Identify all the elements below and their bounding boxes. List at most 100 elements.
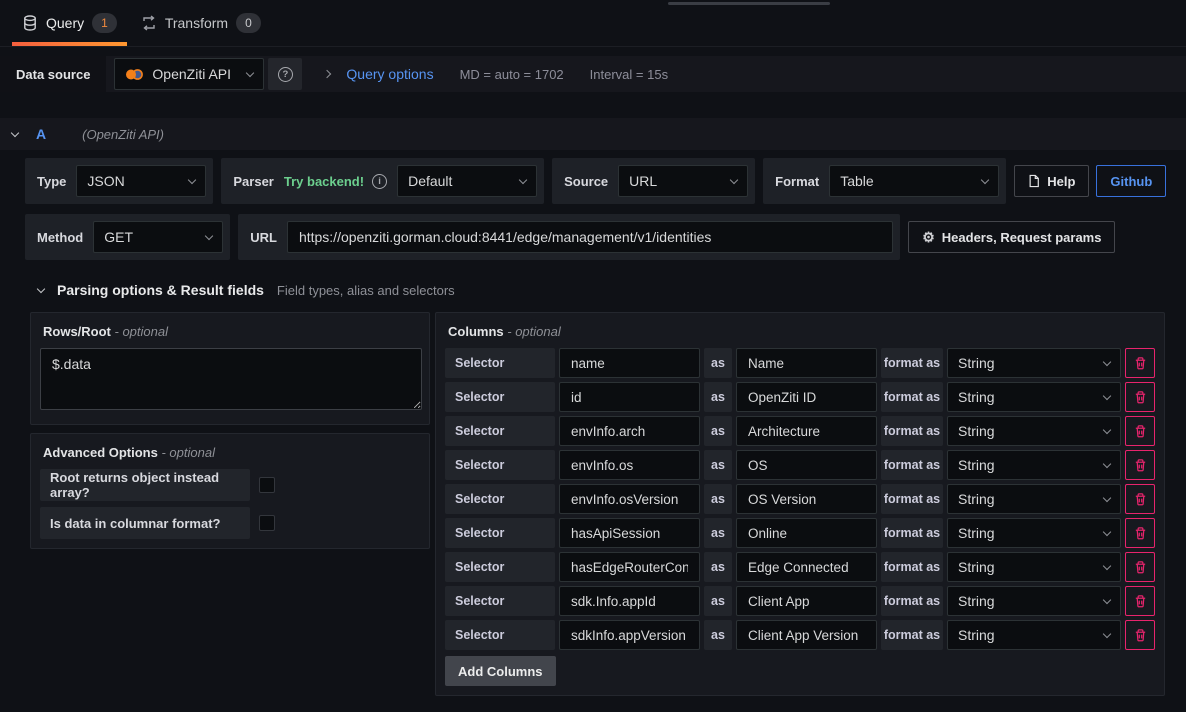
- column-format-select[interactable]: String: [947, 484, 1121, 514]
- delete-column-button[interactable]: [1125, 348, 1155, 378]
- parser-label: Parser: [228, 174, 283, 189]
- column-alias-input[interactable]: [736, 620, 877, 650]
- editor-row-1: Type JSON Parser Try backend! i Default …: [25, 158, 1186, 204]
- delete-column-button[interactable]: [1125, 416, 1155, 446]
- format-as-label: format as: [881, 450, 943, 480]
- parsing-section-header[interactable]: Parsing options & Result fields Field ty…: [38, 282, 1186, 298]
- type-label: Type: [32, 174, 76, 189]
- chevron-down-icon: [1103, 595, 1111, 603]
- format-field: Format Table: [763, 158, 1006, 204]
- try-backend-link[interactable]: Try backend!: [284, 174, 364, 189]
- column-selector-input[interactable]: [559, 450, 700, 480]
- column-selector-input[interactable]: [559, 552, 700, 582]
- chevron-down-icon: [1103, 459, 1111, 467]
- column-format-select[interactable]: String: [947, 586, 1121, 616]
- editor-row-2: Method GET URL ⚙ Headers, Request params: [25, 214, 1186, 260]
- left-column: Rows/Root - optional $.data Advanced Opt…: [30, 312, 430, 549]
- column-alias-input[interactable]: [736, 518, 877, 548]
- root-returns-object-row: Root returns object instead array?: [40, 469, 420, 501]
- column-format-select[interactable]: String: [947, 348, 1121, 378]
- column-format-value: String: [958, 525, 995, 541]
- chevron-down-icon: [188, 175, 196, 183]
- method-label: Method: [32, 230, 93, 245]
- column-format-value: String: [958, 491, 995, 507]
- column-row: Selector as format as String: [445, 416, 1155, 446]
- column-alias-input[interactable]: [736, 382, 877, 412]
- chevron-down-icon: [981, 175, 989, 183]
- add-columns-button[interactable]: Add Columns: [445, 656, 556, 686]
- query-options-toggle[interactable]: Query options: [346, 66, 433, 82]
- datasource-help-button[interactable]: ?: [268, 58, 302, 90]
- column-alias-input[interactable]: [736, 484, 877, 514]
- delete-column-button[interactable]: [1125, 484, 1155, 514]
- datasource-picker[interactable]: OpenZiti API: [114, 58, 264, 90]
- source-select[interactable]: URL: [618, 165, 748, 197]
- column-selector-input[interactable]: [559, 348, 700, 378]
- as-label: as: [704, 348, 732, 378]
- delete-column-button[interactable]: [1125, 586, 1155, 616]
- headers-request-params-button[interactable]: ⚙ Headers, Request params: [908, 221, 1115, 253]
- column-selector-input[interactable]: [559, 484, 700, 514]
- rows-root-panel: Rows/Root - optional $.data: [30, 312, 430, 425]
- column-selector-input[interactable]: [559, 416, 700, 446]
- tab-transform[interactable]: Transform 0: [129, 0, 273, 46]
- column-alias-input[interactable]: [736, 552, 877, 582]
- format-as-label: format as: [881, 586, 943, 616]
- trash-icon: [1133, 594, 1148, 609]
- help-button[interactable]: Help: [1014, 165, 1089, 197]
- transform-icon: [141, 15, 157, 31]
- as-label: as: [704, 382, 732, 412]
- column-alias-input[interactable]: [736, 586, 877, 616]
- collapse-chevron-icon: [37, 284, 45, 292]
- columnar-format-checkbox[interactable]: [259, 515, 275, 531]
- chevron-right-icon: [323, 70, 331, 78]
- column-alias-input[interactable]: [736, 416, 877, 446]
- trash-icon: [1133, 492, 1148, 507]
- as-label: as: [704, 518, 732, 548]
- delete-column-button[interactable]: [1125, 620, 1155, 650]
- column-selector-input[interactable]: [559, 586, 700, 616]
- info-circle-icon: i: [372, 174, 387, 189]
- columnar-format-label: Is data in columnar format?: [40, 507, 250, 539]
- selector-label: Selector: [445, 620, 555, 650]
- format-select[interactable]: Table: [829, 165, 999, 197]
- delete-column-button[interactable]: [1125, 552, 1155, 582]
- max-data-points-value: MD = auto = 1702: [460, 67, 564, 82]
- as-label: as: [704, 416, 732, 446]
- column-alias-input[interactable]: [736, 450, 877, 480]
- openziti-logo-icon: [125, 68, 144, 81]
- column-selector-input[interactable]: [559, 518, 700, 548]
- github-button-label: Github: [1110, 174, 1152, 189]
- column-alias-input[interactable]: [736, 348, 877, 378]
- github-button[interactable]: Github: [1096, 165, 1166, 197]
- column-selector-input[interactable]: [559, 620, 700, 650]
- column-format-select[interactable]: String: [947, 552, 1121, 582]
- column-row: Selector as format as String: [445, 484, 1155, 514]
- url-input[interactable]: [287, 221, 893, 253]
- column-format-select[interactable]: String: [947, 518, 1121, 548]
- column-format-select[interactable]: String: [947, 620, 1121, 650]
- method-select[interactable]: GET: [93, 221, 223, 253]
- advanced-options-label-text: Advanced Options: [43, 445, 158, 460]
- column-format-select[interactable]: String: [947, 382, 1121, 412]
- parser-select[interactable]: Default: [397, 165, 537, 197]
- column-selector-input[interactable]: [559, 382, 700, 412]
- root-returns-object-checkbox[interactable]: [259, 477, 275, 493]
- selector-label: Selector: [445, 518, 555, 548]
- query-row-header[interactable]: A (OpenZiti API): [0, 118, 1186, 150]
- type-select[interactable]: JSON: [76, 165, 206, 197]
- as-label: as: [704, 620, 732, 650]
- trash-icon: [1133, 560, 1148, 575]
- delete-column-button[interactable]: [1125, 518, 1155, 548]
- rows-root-textarea[interactable]: $.data: [40, 348, 422, 410]
- column-format-select[interactable]: String: [947, 450, 1121, 480]
- column-row: Selector as format as String: [445, 382, 1155, 412]
- format-as-label: format as: [881, 518, 943, 548]
- column-format-select[interactable]: String: [947, 416, 1121, 446]
- delete-column-button[interactable]: [1125, 382, 1155, 412]
- type-field: Type JSON: [25, 158, 213, 204]
- trash-icon: [1133, 390, 1148, 405]
- tab-query[interactable]: Query 1: [10, 0, 129, 46]
- delete-column-button[interactable]: [1125, 450, 1155, 480]
- as-label: as: [704, 450, 732, 480]
